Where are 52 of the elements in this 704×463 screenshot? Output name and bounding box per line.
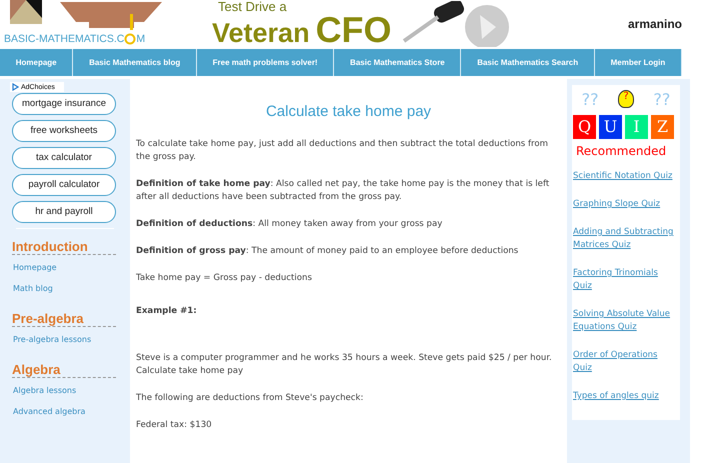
paragraph: The following are deductions from Steve's paycheck: <box>136 392 364 405</box>
lightbulb-icon: ? <box>618 90 634 108</box>
section-heading: Introduction <box>12 239 116 255</box>
question-marks: ?? <box>582 90 599 108</box>
quiz-letter: Z <box>651 115 674 139</box>
nav-link[interactable]: Basic Mathematics Search <box>461 49 595 76</box>
question-marks: ?? <box>653 90 670 108</box>
ad-headline: Veteran <box>212 16 310 48</box>
paragraph: Definition of deductions: All money taken away from your gross pay <box>136 218 444 231</box>
nav-link[interactable]: Basic Mathematics Store <box>334 49 462 76</box>
nav-link[interactable]: Free math problems solver! <box>196 49 334 76</box>
recommended-label: Recommended <box>576 144 668 158</box>
sidebar-link[interactable]: Pre-algebra lessons <box>13 335 130 344</box>
quiz-link[interactable]: Graphing Slope Quiz <box>573 198 678 211</box>
paragraph: Definition of gross pay: The amount of money paid to an employee before deductions <box>136 245 520 258</box>
paragraph: Federal tax: $130 <box>136 419 213 432</box>
quiz-link[interactable]: Order of Operations Quiz <box>573 349 678 375</box>
ad-brand: armanino <box>628 17 682 31</box>
nav-link[interactable]: Member Login <box>594 49 682 76</box>
nav-link[interactable]: Homepage <box>0 49 74 76</box>
adchoices-icon[interactable] <box>12 83 19 91</box>
quiz-link[interactable]: Adding and Subtracting Matrices Quiz <box>573 226 678 252</box>
ad-link-button[interactable]: payroll calculator <box>12 174 116 196</box>
logo-text: M <box>136 33 146 45</box>
section-heading: Pre-algebra <box>12 311 116 327</box>
page-title: Calculate take home pay <box>264 103 432 120</box>
nav-link[interactable]: Basic Mathematics blog <box>73 49 197 76</box>
ad-link-button[interactable]: hr and payroll <box>12 201 116 223</box>
quiz-link[interactable]: Scientific Notation Quiz <box>573 170 678 183</box>
ad-banner[interactable]: Test Drive a Veteran CFO armanino <box>212 0 682 48</box>
paragraph: Steve is a computer programmer and he works 35 hours a week. Steve gets paid $25 / per hour. Calculate take home pay <box>136 352 553 378</box>
example-heading: Example #1: <box>136 305 198 318</box>
sidebar-link[interactable]: Advanced algebra <box>13 407 130 416</box>
quiz-letter: Q <box>573 115 596 139</box>
quiz-link[interactable]: Types of angles quiz <box>573 390 678 403</box>
sidebar-link[interactable]: Algebra lessons <box>13 386 130 395</box>
sidebar-link[interactable]: Homepage <box>13 263 130 272</box>
ad-link-button[interactable]: mortgage insurance <box>12 93 116 115</box>
quiz-link[interactable]: Solving Absolute Value Equations Quiz <box>573 308 678 334</box>
quiz-link[interactable]: Factoring Trinomials Quiz <box>573 267 678 293</box>
paragraph: To calculate take home pay, just add all deductions and then subtract the total deductions from the gross pay. <box>136 138 550 164</box>
ad-link-button[interactable]: free worksheets <box>12 120 116 142</box>
quiz-letter: I <box>625 115 648 139</box>
ad-link-button[interactable]: tax calculator <box>12 147 116 169</box>
section-heading: Algebra <box>12 362 116 378</box>
logo-text: BASIC-MATHEMATICS.C <box>4 33 124 45</box>
quiz-letter: U <box>599 115 622 139</box>
paragraph: Definition of take home pay: Also called net pay, the take home pay is the money that is left after all deductions have been subtracted from the gross pay. <box>136 178 550 204</box>
sidebar-link[interactable]: Math blog <box>13 284 130 293</box>
paragraph: Take home pay = Gross pay - deductions <box>136 272 313 285</box>
ad-headline: CFO <box>316 14 392 46</box>
ad-tagline: Test Drive a <box>217 0 288 14</box>
